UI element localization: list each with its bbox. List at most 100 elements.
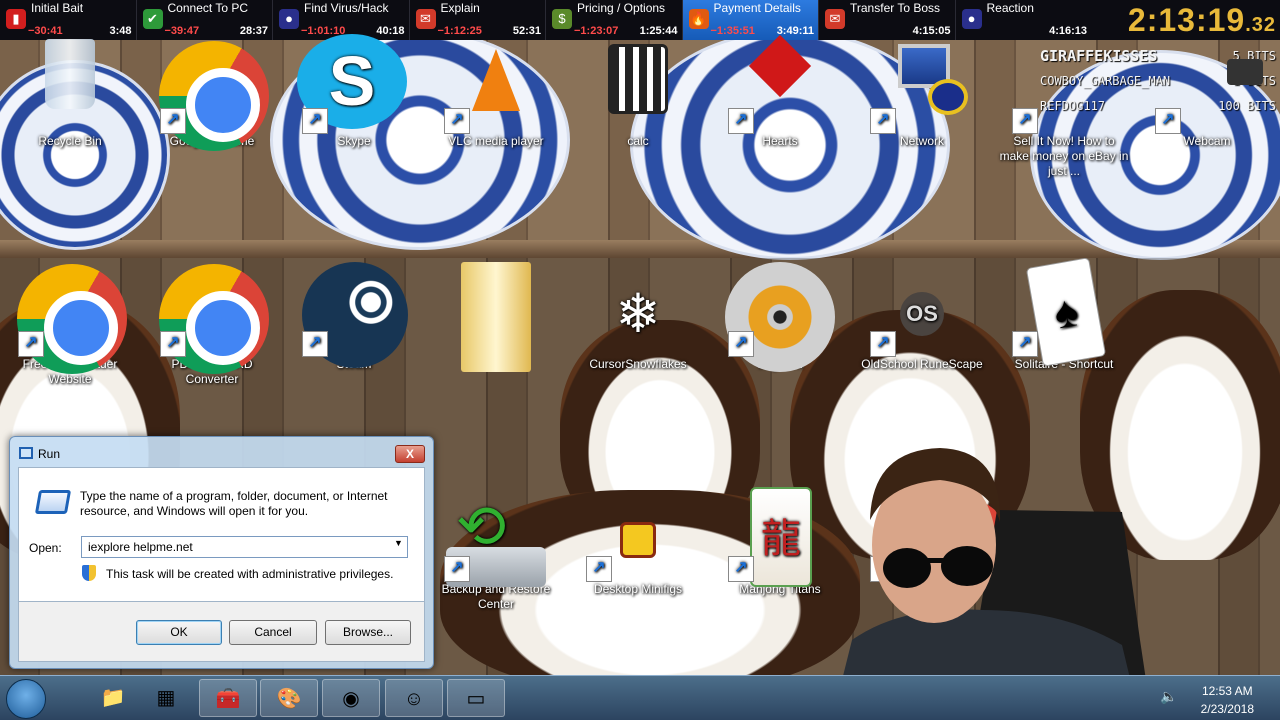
- run-body: Type the name of a program, folder, docu…: [18, 467, 425, 602]
- minifig-icon[interactable]: ☺: [385, 679, 443, 717]
- close-button[interactable]: X: [395, 445, 425, 463]
- desktop-icon-label: Desktop Minifigs: [593, 582, 683, 596]
- split-time: 28:37: [239, 25, 268, 37]
- desktop-icon-image: ♠ ↗: [1004, 257, 1124, 367]
- sunglasses-bridge: [927, 558, 945, 563]
- desktop-icon-image: [10, 39, 130, 134]
- desktop-icon-label: OldSchool RuneScape: [861, 357, 983, 371]
- desktop-icon-desktop-minifigs[interactable]: ↗ Desktop Minifigs: [571, 487, 705, 597]
- desktop-icon-image: ↗: [720, 262, 840, 372]
- run-program-icon: [34, 490, 72, 514]
- envelope-icon: ✉: [825, 9, 845, 29]
- toolbox-icon[interactable]: 🧰: [199, 679, 257, 717]
- desktop-icon-label: CursorSnowflakes: [589, 357, 687, 371]
- desktop-icon-image: ↗: [578, 487, 698, 582]
- ball-icon: ●: [961, 9, 982, 29]
- split-8: ● Reaction 4:16:13: [956, 0, 1092, 40]
- shield-icon: ✔: [142, 9, 163, 29]
- money-icon: $: [552, 9, 572, 29]
- admin-privileges-note: This task will be created with administr…: [106, 567, 394, 581]
- split-name: Explain: [440, 1, 480, 15]
- desktop-icon-label: Recycle Bin: [38, 134, 102, 148]
- desktop-icon-image: ↗: [436, 39, 556, 134]
- clock-time: 12:53 AM: [1201, 684, 1253, 698]
- shortcut-arrow-icon: ↗: [444, 108, 470, 134]
- split-time: 40:18: [376, 25, 405, 37]
- run-dialog: Run X Type the name of a program, folder…: [9, 436, 434, 669]
- envelope-icon: ✉: [415, 9, 436, 29]
- shortcut-arrow-icon: ↗: [586, 556, 612, 582]
- open-input[interactable]: [81, 536, 408, 558]
- desktop-icon-image: ↗: [152, 39, 272, 151]
- taskbar-clock[interactable]: 12:53 AM 2/23/2018: [1201, 682, 1254, 718]
- desktop-icon-image: ↗: [1004, 39, 1124, 134]
- desktop-icon-pdf-to-word-converter[interactable]: ↗PDF To WORD Converter: [145, 262, 279, 387]
- desktop-icon-label: Skype: [337, 134, 371, 148]
- run-icon[interactable]: ▭: [447, 679, 505, 717]
- fire-icon: 🔥: [688, 9, 709, 29]
- shortcut-arrow-icon: ↗: [1012, 108, 1038, 134]
- desktop-icon-sell-it-now-how-to-make-money-on-ebay-in-just[interactable]: ↗ Sell It Now! How to make money on eBay …: [997, 39, 1131, 179]
- desktop-icon-calc[interactable]: calc: [571, 39, 705, 149]
- desktop-icon-solitaire-shortcut[interactable]: ♠ ↗ Solitaire - Shortcut: [997, 257, 1131, 372]
- shortcut-arrow-icon: ↗: [18, 331, 44, 357]
- desktop-icon-backup-and-restore-center[interactable]: ⟲ ↗ Backup and Restore Center: [429, 487, 563, 612]
- shortcut-arrow-icon: ↗: [728, 108, 754, 134]
- split-time: 4:15:05: [912, 25, 951, 37]
- run-title-icon: [19, 447, 33, 459]
- red-stand-icon: ▮: [6, 9, 26, 29]
- desktop-icon-label: calc: [627, 134, 649, 148]
- desktop-icon-image: S ↗: [294, 34, 414, 134]
- split-name: Payment Details: [713, 1, 801, 15]
- chevron-down-icon[interactable]: ▼: [394, 538, 403, 548]
- split-time: 3:48: [109, 25, 132, 37]
- desktop-icon-hearts[interactable]: ↗ Hearts: [713, 34, 847, 149]
- start-button[interactable]: [6, 679, 46, 719]
- desktop-icon-skype[interactable]: S ↗ Skype: [287, 34, 421, 149]
- desktop-icon-oldschool-runescape[interactable]: OS ↗ OldSchool RuneScape: [855, 262, 989, 372]
- desktop-icon-imgburn[interactable]: ↗ImgBurn: [713, 262, 847, 372]
- desktop-icon-image: [578, 39, 698, 134]
- open-label: Open:: [29, 541, 62, 555]
- uac-shield-icon: [82, 565, 96, 581]
- desktop-icon-steam[interactable]: ↗Steam: [287, 262, 421, 372]
- desktop-icon-label: Sell It Now! How to make money on eBay i…: [999, 134, 1129, 178]
- split-4: ✉ Explain −1:12:25 52:31: [410, 0, 546, 40]
- calculator-icon[interactable]: ▦: [137, 679, 195, 717]
- desktop-icon-vlc-media-player[interactable]: ↗ VLC media player: [429, 39, 563, 149]
- desktop-icon-cursorsnowflakes[interactable]: ❄ CursorSnowflakes: [571, 262, 705, 372]
- desktop-icon-network[interactable]: ↗ Network: [855, 39, 989, 149]
- split-6: 🔥 Payment Details −1:35:51 3:49:11: [682, 0, 819, 40]
- split-delta: −39:47: [164, 25, 200, 37]
- desktop-icon-webcam[interactable]: ↗ Webcam: [1140, 39, 1274, 149]
- split-1: ▮ Initial Bait −30:41 3:48: [0, 0, 137, 40]
- split-name: Connect To PC: [167, 1, 249, 15]
- desktop-icon-recycle-bin[interactable]: Recycle Bin: [3, 39, 137, 149]
- split-time: 4:16:13: [1049, 25, 1087, 37]
- volume-icon[interactable]: 🔈: [1160, 688, 1177, 705]
- paint-icon[interactable]: 🎨: [260, 679, 318, 717]
- desktop-icon-free-pdf-reader-website[interactable]: ↗Free PDF Reader Website: [3, 262, 137, 387]
- split-time: 52:31: [512, 25, 541, 37]
- desktop-icon-label: Hearts: [762, 134, 798, 148]
- windows-explorer-icon[interactable]: 📁: [84, 679, 142, 717]
- shortcut-arrow-icon: ↗: [728, 331, 754, 357]
- desktop-icon-image: ⟲ ↗: [436, 487, 556, 587]
- desktop-icon-label: VLC media player: [448, 134, 544, 148]
- split-delta: −1:35:51: [710, 25, 755, 37]
- cancel-button[interactable]: Cancel: [229, 620, 317, 645]
- split-name: Reaction: [986, 1, 1034, 15]
- desktop-icon-stuff[interactable]: Stuff: [429, 262, 563, 372]
- chrome-icon[interactable]: ◉: [322, 679, 380, 717]
- browse-button[interactable]: Browse...: [325, 620, 411, 645]
- desktop-icon-google-chrome[interactable]: ↗Google Chrome: [145, 39, 279, 151]
- shortcut-arrow-icon: ↗: [1012, 331, 1038, 357]
- taskbar: 📁 ▦ 🧰 🎨 ◉ ☺ ▭ 🔈 12:53 AM 2/23/2018: [0, 675, 1280, 720]
- sunglasses-right: [941, 546, 993, 586]
- split-time: 3:49:11: [776, 25, 814, 37]
- split-delta: −30:41: [28, 25, 63, 37]
- run-title: Run: [38, 447, 61, 461]
- clock-date: 2/23/2018: [1200, 702, 1254, 716]
- desktop-icon-image: ↗: [10, 262, 130, 374]
- ok-button[interactable]: OK: [136, 620, 222, 645]
